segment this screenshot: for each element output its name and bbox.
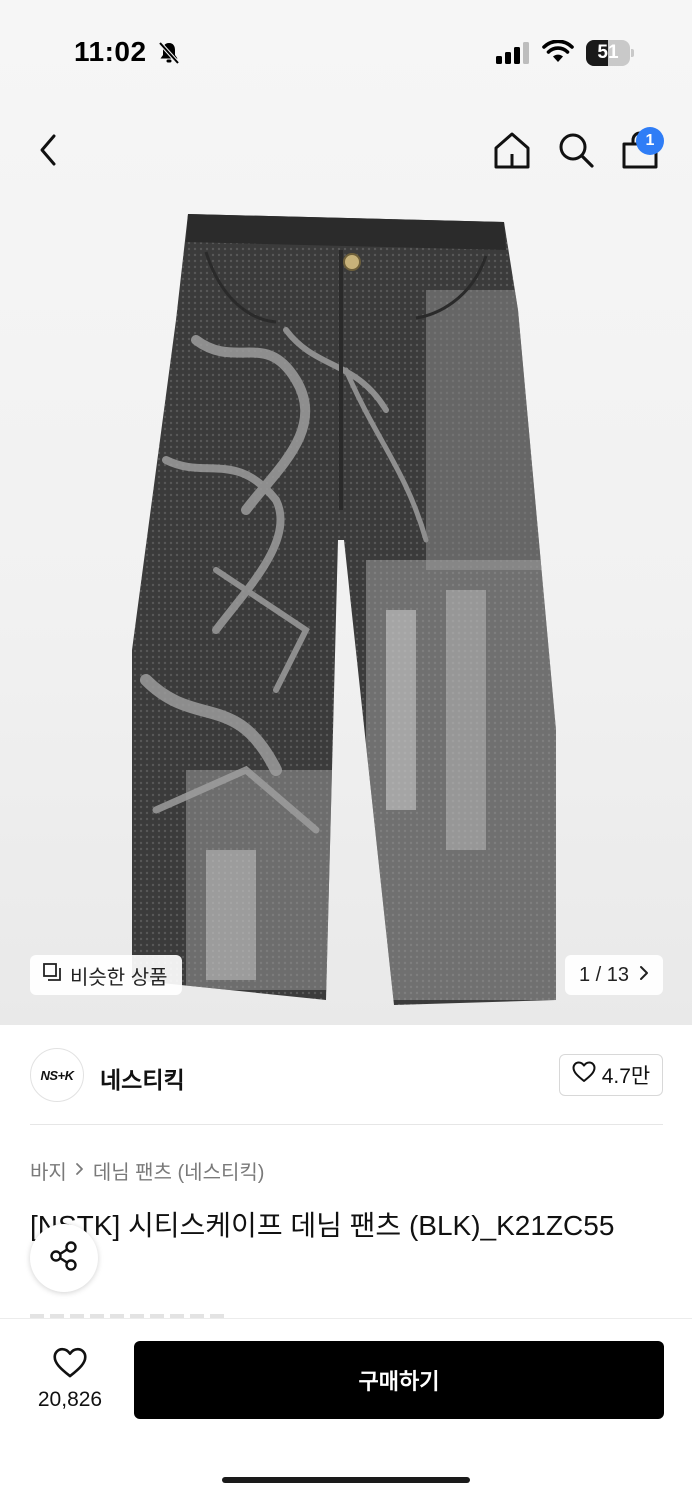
chevron-left-icon[interactable] (34, 132, 66, 173)
divider (30, 1124, 663, 1125)
buy-button-label: 구매하기 (358, 1369, 440, 1394)
home-icon[interactable] (492, 130, 532, 175)
product-title: [NSTK] 시티스케이프 데님 팬츠 (BLK)_K21ZC55 (30, 1210, 615, 1241)
brand-logo-text: NS+K (40, 1067, 74, 1083)
share-button[interactable] (30, 1224, 98, 1292)
brand-row: NS+K 네스티킥 4.7만 (0, 1040, 692, 1112)
similar-items-icon (42, 962, 62, 988)
brand-like-button[interactable]: 4.7만 (559, 1054, 663, 1096)
product-photo[interactable] (126, 210, 566, 1010)
heart-icon (52, 1347, 88, 1383)
image-pager[interactable]: 1 / 13 (565, 955, 663, 995)
chevron-right-icon (75, 1160, 85, 1181)
breadcrumb-category[interactable]: 바지 (30, 1156, 67, 1185)
wifi-icon (542, 39, 574, 69)
bell-slash-icon (156, 40, 182, 71)
cellular-signal-icon (496, 42, 532, 69)
wishlist-count: 20,826 (37, 1388, 103, 1411)
breadcrumb-subcategory[interactable]: 데님 팬츠 (네스티킥) (93, 1156, 265, 1185)
brand-name[interactable]: 네스티킥 (100, 1061, 185, 1095)
breadcrumb: 바지 데님 팬츠 (네스티킥) (30, 1156, 264, 1185)
buy-button[interactable]: 구매하기 (134, 1341, 664, 1419)
share-icon (47, 1239, 81, 1278)
cart-count-badge: 1 (636, 127, 664, 155)
search-icon[interactable] (556, 130, 596, 175)
status-time: 11:02 (74, 36, 147, 67)
home-indicator (222, 1477, 470, 1483)
bottom-action-bar: 20,826 구매하기 (0, 1318, 692, 1500)
wishlist-button[interactable]: 20,826 (30, 1347, 110, 1412)
brand-logo[interactable]: NS+K (30, 1048, 84, 1102)
battery-level: 51 (597, 42, 619, 63)
chevron-right-icon (639, 964, 649, 987)
brand-like-count: 4.7만 (601, 1065, 651, 1088)
battery-icon: 51 (586, 40, 634, 66)
similar-products-label: 비슷한 상품 (70, 966, 168, 989)
status-bar: 11:02 51 (0, 0, 692, 100)
image-pager-text: 1 / 13 (578, 963, 630, 986)
similar-products-button[interactable]: 비슷한 상품 (30, 955, 182, 995)
product-image-gallery[interactable]: 11:02 51 1 비슷한 상품 1 / 13 (0, 0, 692, 1025)
heart-icon (572, 1061, 596, 1089)
